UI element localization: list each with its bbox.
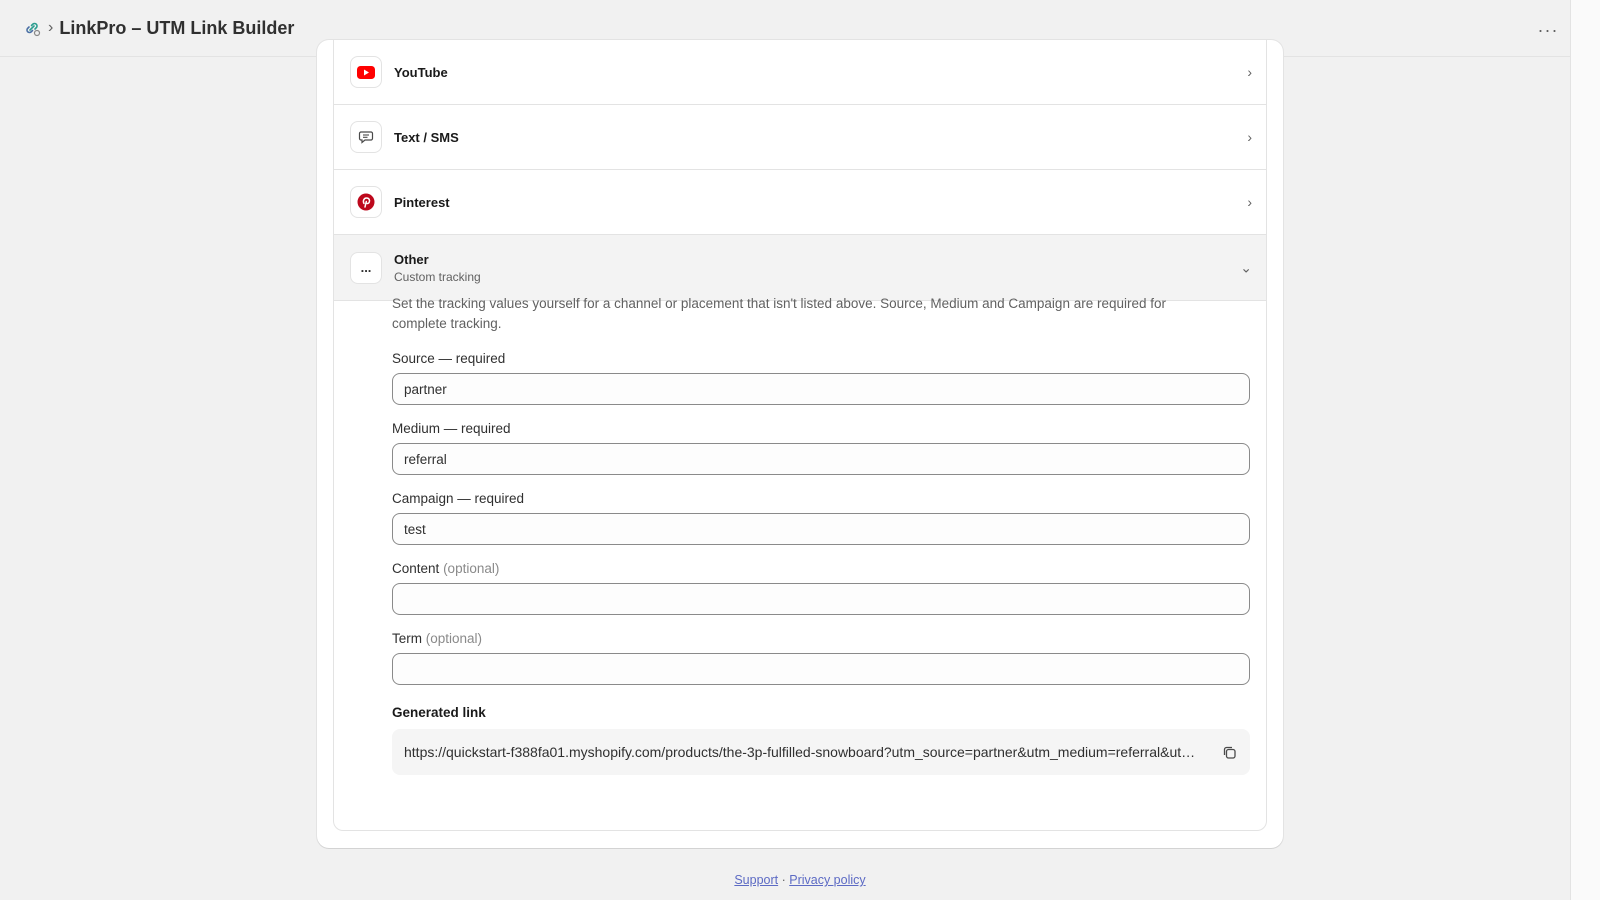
more-actions-button[interactable]: ··· [1536,18,1560,42]
right-gutter [1570,0,1600,900]
page-title: LinkPro – UTM Link Builder [59,17,295,38]
campaign-input[interactable] [392,513,1250,545]
generated-link-box: https://quickstart-f388fa01.myshopify.co… [392,729,1250,775]
channel-row-youtube[interactable]: YouTube › [334,40,1266,105]
chevron-right-icon: › [1247,129,1252,145]
source-field: Source — required [392,351,1250,405]
privacy-policy-link[interactable]: Privacy policy [789,873,865,887]
term-input[interactable] [392,653,1250,685]
chevron-down-icon: ⌄ [1240,259,1252,275]
custom-description: Set the tracking values yourself for a c… [392,296,1166,331]
channel-label: Other [394,251,429,267]
footer-separator: · [778,873,790,887]
generated-link-label: Generated link [392,705,486,720]
medium-field: Medium — required [392,421,1250,475]
youtube-icon [350,56,382,88]
custom-tracking-panel: Set the tracking values yourself for a c… [392,294,1250,775]
copy-icon[interactable] [1220,743,1238,761]
ellipsis-icon: ... [350,251,382,284]
channel-row-pinterest[interactable]: Pinterest › [334,170,1266,235]
channels-card: YouTube › Text / SMS › Pinterest › ... O… [317,40,1283,848]
channel-label: Text / SMS [394,129,459,145]
chat-icon [350,121,382,153]
medium-input[interactable] [392,443,1250,475]
term-field: Term (optional) [392,631,1250,685]
footer: Support · Privacy policy [0,873,1600,887]
support-link[interactable]: Support [734,873,778,887]
channel-row-other[interactable]: ... Other Custom tracking ⌄ [334,235,1266,301]
channel-label: Pinterest [394,194,450,210]
chevron-right-icon: › [1247,64,1252,80]
breadcrumb-separator: › [48,19,54,36]
channel-row-text-sms[interactable]: Text / SMS › [334,105,1266,170]
campaign-field: Campaign — required [392,491,1250,545]
content-input[interactable] [392,583,1250,615]
channel-list: YouTube › Text / SMS › Pinterest › ... O… [333,40,1267,831]
pinterest-icon [350,186,382,218]
link-app-icon[interactable] [22,18,42,38]
source-input[interactable] [392,373,1250,405]
chevron-right-icon: › [1247,194,1252,210]
channel-label: YouTube [394,64,448,80]
generated-link-text[interactable]: https://quickstart-f388fa01.myshopify.co… [404,744,1204,760]
channel-sublabel: Custom tracking [394,269,481,284]
content-field: Content (optional) [392,561,1250,615]
